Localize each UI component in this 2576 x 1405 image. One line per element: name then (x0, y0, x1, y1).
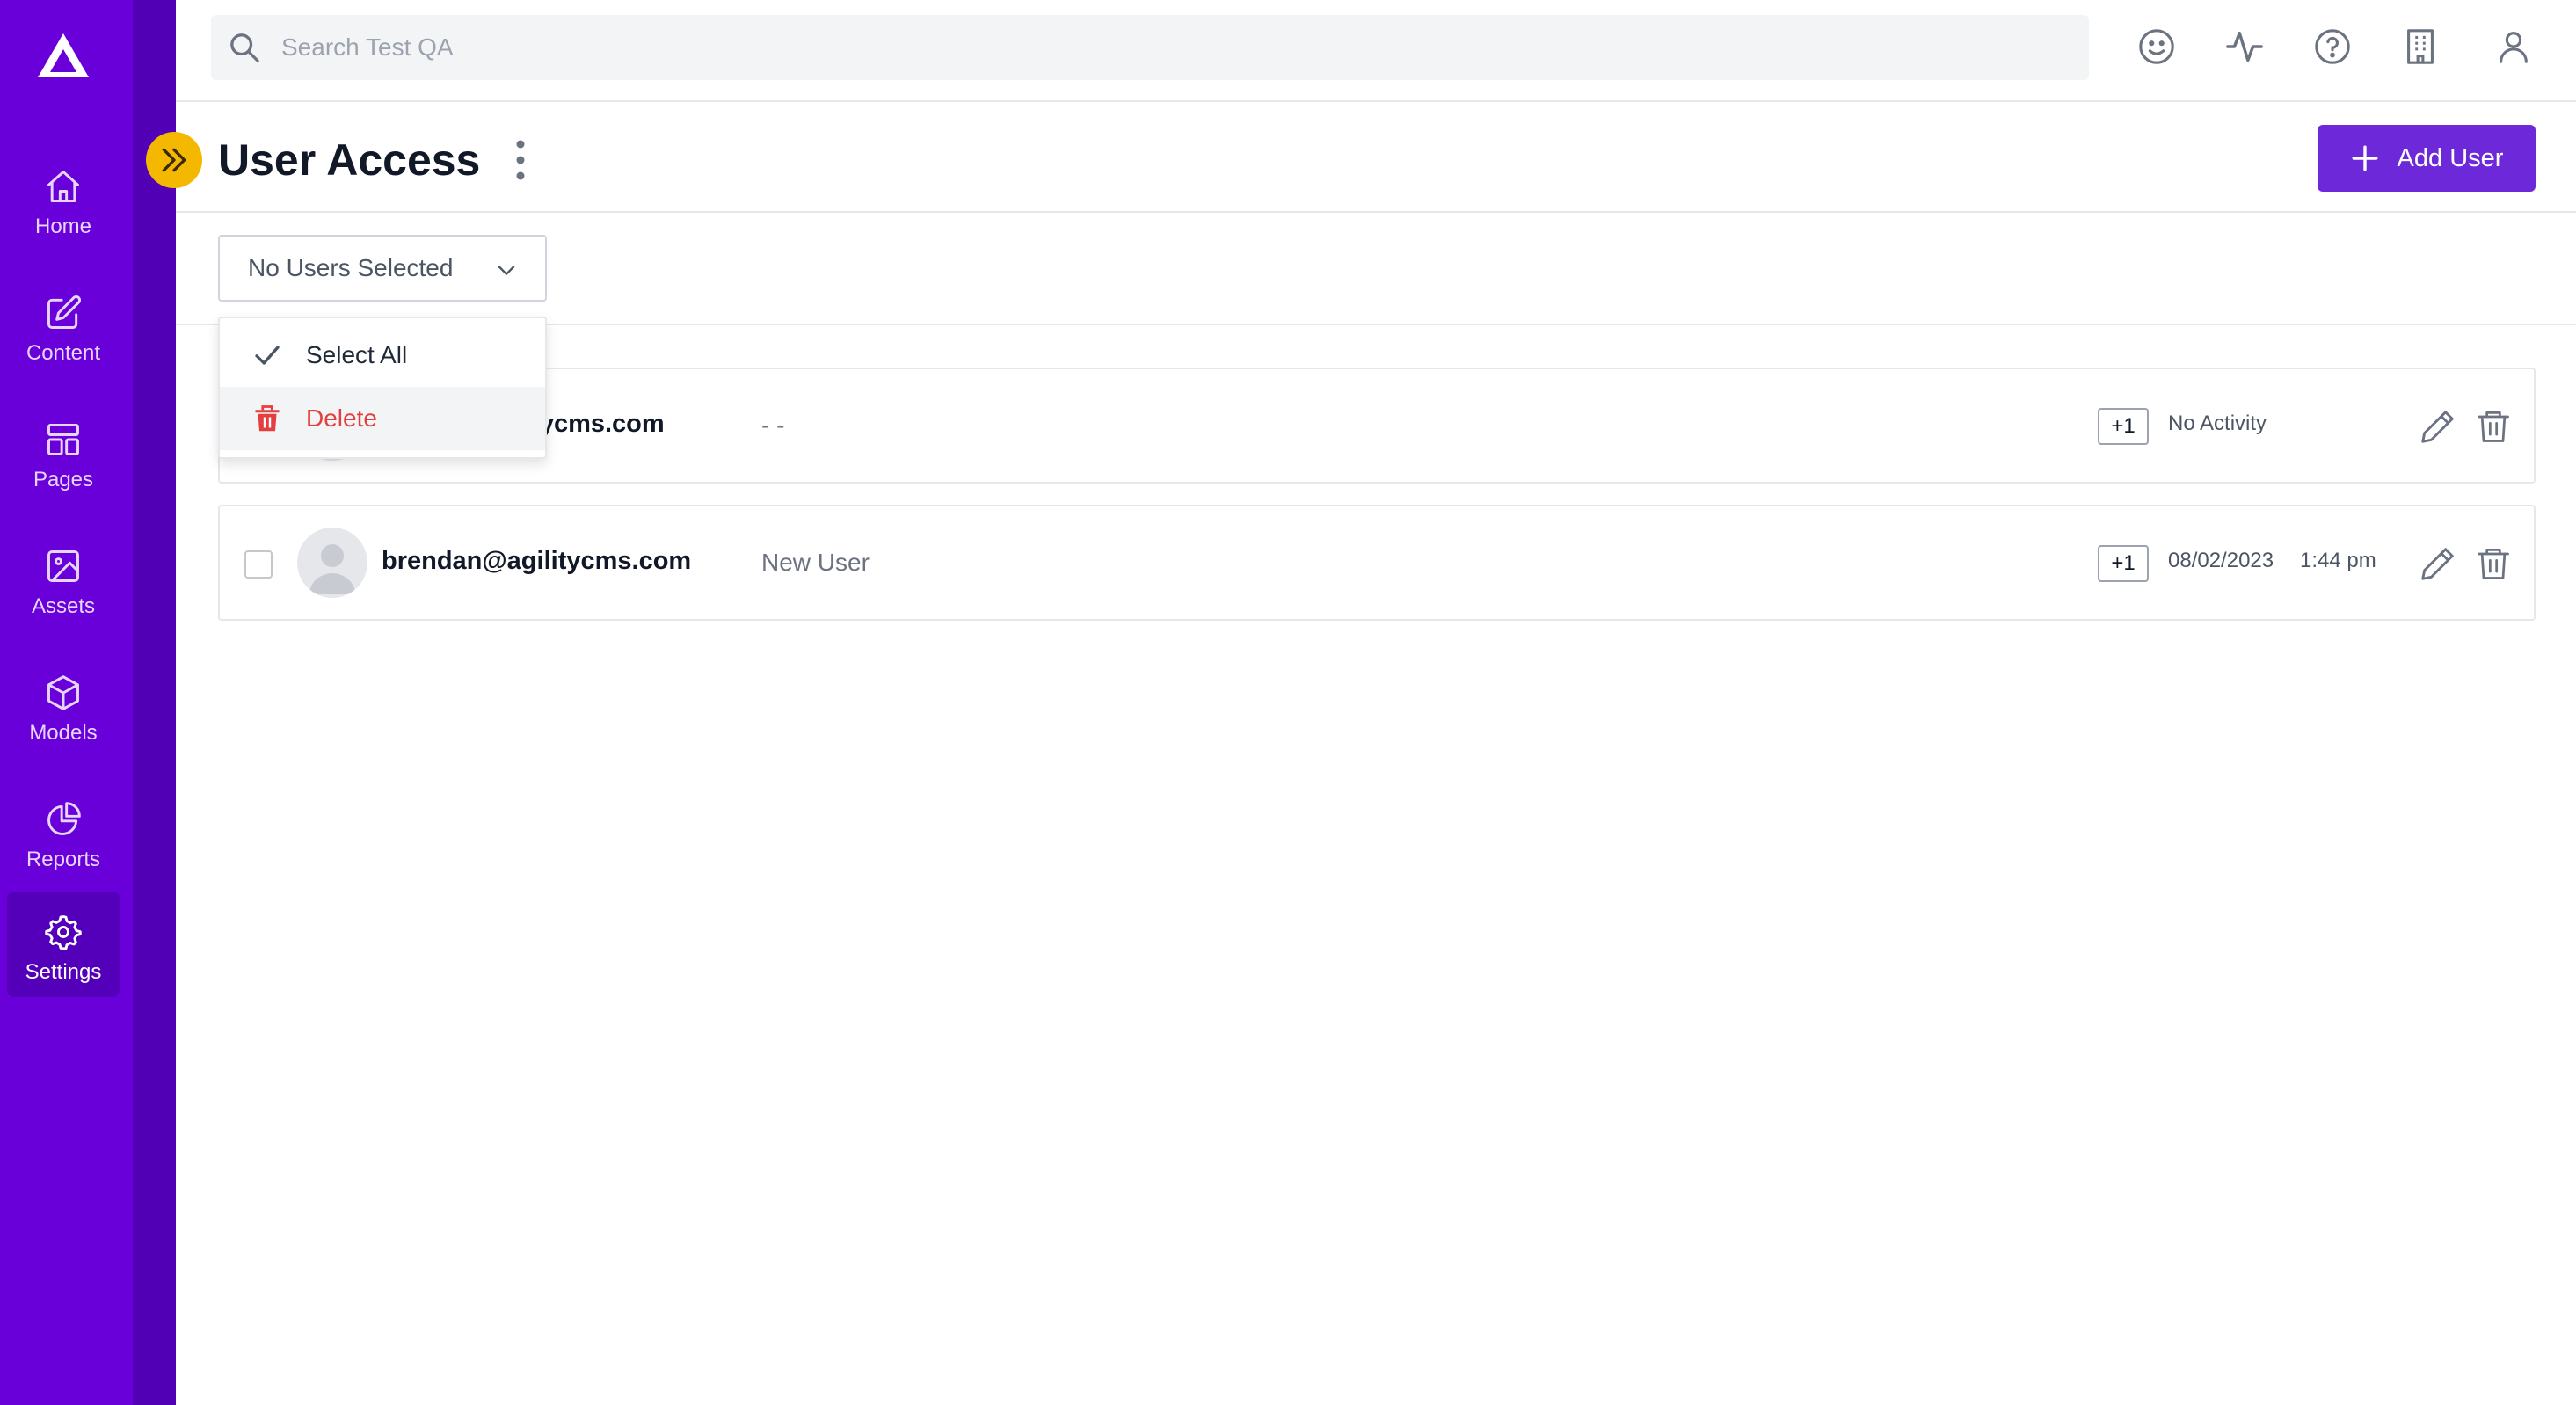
user-email: brendan@agilitycms.com (382, 547, 692, 575)
bulk-select-label: No Users Selected (248, 254, 454, 281)
chevron-down-icon (498, 266, 515, 275)
user-role: New User (761, 549, 870, 576)
sidebar-item-home[interactable]: Home (7, 146, 120, 251)
sidebar-item-pages[interactable]: Pages (7, 399, 120, 505)
image-icon (47, 550, 79, 582)
table-row[interactable]: brendan@agilitycms.com New User +1 08/02… (218, 505, 2536, 621)
activity-icon[interactable] (2224, 26, 2265, 67)
chevrons-right-icon (162, 148, 186, 172)
bulk-select-dropdown[interactable]: No Users Selected (218, 235, 547, 302)
search-box[interactable] (211, 15, 2089, 80)
more-options-icon[interactable] (503, 137, 538, 183)
add-user-button[interactable]: Add User (2318, 125, 2536, 192)
menu-item-label: Select All (306, 341, 408, 368)
add-user-label: Add User (2397, 143, 2504, 172)
sidebar-item-label: Assets (31, 594, 96, 618)
cube-icon (47, 675, 79, 710)
sidebar-collapse-strip (133, 0, 176, 1405)
row-checkbox[interactable] (244, 550, 273, 579)
search-input[interactable] (281, 33, 1952, 62)
smiley-icon[interactable] (2136, 26, 2177, 67)
extra-roles-badge[interactable]: +1 (2098, 545, 2149, 582)
table-row[interactable]: ilitycms.com - - +1 No Activity (218, 368, 2536, 484)
plus-icon (2352, 145, 2377, 171)
trash-icon (255, 405, 280, 432)
layout-icon (47, 424, 79, 455)
sidebar-item-models[interactable]: Models (7, 652, 120, 758)
expand-sidebar-button[interactable] (146, 132, 202, 188)
edit-icon (47, 295, 81, 329)
top-bar (176, 0, 2576, 102)
user-icon[interactable] (2493, 26, 2534, 67)
sidebar-item-label: Home (34, 215, 92, 238)
trash-icon[interactable] (2474, 543, 2513, 584)
pie-chart-icon (47, 802, 81, 835)
avatar (297, 528, 367, 598)
menu-item-delete[interactable]: Delete (220, 387, 545, 450)
sidebar-item-label: Pages (33, 468, 94, 491)
menu-item-label: Delete (306, 404, 377, 432)
agility-logo-icon[interactable] (36, 32, 91, 79)
sidebar-item-label: Settings (25, 960, 102, 984)
extra-roles-badge[interactable]: +1 (2098, 408, 2149, 445)
gear-icon (45, 915, 82, 950)
sidebar-item-label: Models (29, 721, 98, 745)
sidebar-item-assets[interactable]: Assets (7, 526, 120, 631)
last-activity-time: 1:44 pm (2300, 549, 2376, 572)
user-role: - - (761, 411, 785, 439)
sidebar-item-content[interactable]: Content (7, 273, 120, 378)
bulk-actions-menu: Select All Delete (218, 317, 547, 459)
sidebar-item-label: Reports (25, 848, 101, 871)
help-icon[interactable] (2312, 26, 2353, 67)
search-icon (230, 33, 259, 62)
page-title: User Access (218, 135, 481, 185)
check-icon (255, 346, 280, 365)
sidebar-item-reports[interactable]: Reports (7, 779, 120, 884)
pencil-icon[interactable] (2418, 406, 2458, 447)
last-activity: No Activity (2168, 411, 2267, 435)
home-icon (47, 171, 79, 202)
default-avatar-icon (309, 544, 355, 594)
menu-item-select-all[interactable]: Select All (220, 324, 545, 387)
sidebar-item-label: Content (25, 341, 101, 365)
pencil-icon[interactable] (2418, 543, 2458, 584)
building-icon[interactable] (2400, 26, 2441, 67)
sidebar: Home Content Pages Assets Models Reports… (0, 0, 133, 1405)
sidebar-item-settings[interactable]: Settings (7, 892, 120, 997)
last-activity-date: 08/02/2023 (2168, 549, 2274, 572)
trash-icon[interactable] (2474, 406, 2513, 447)
